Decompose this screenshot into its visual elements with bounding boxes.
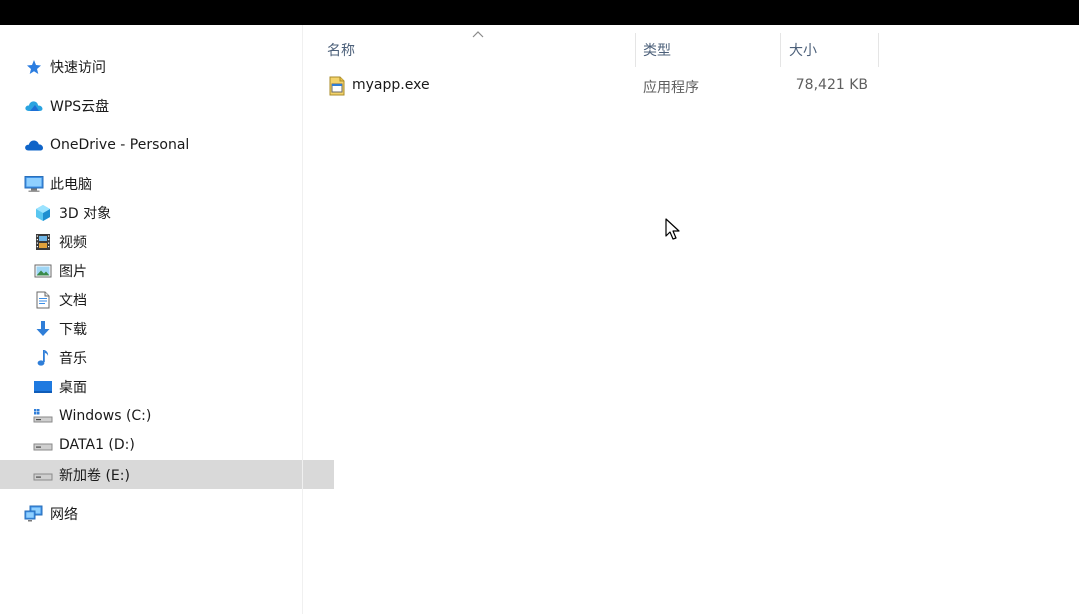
sidebar-item-downloads[interactable]: 下载 bbox=[0, 314, 334, 343]
music-note-icon bbox=[33, 348, 53, 368]
sidebar-item-label: 3D 对象 bbox=[59, 205, 112, 222]
sidebar-item-drive-d[interactable]: DATA1 (D:) bbox=[0, 430, 334, 459]
pin-star-icon bbox=[24, 57, 44, 77]
cube-3d-icon bbox=[33, 203, 53, 223]
column-header-label: 大小 bbox=[789, 43, 817, 59]
sidebar-item-3d-objects[interactable]: 3D 对象 bbox=[0, 198, 334, 227]
sidebar-item-label: 图片 bbox=[59, 263, 87, 280]
drive-icon bbox=[33, 435, 53, 455]
sidebar-item-this-pc[interactable]: 此电脑 bbox=[0, 169, 325, 198]
film-strip-icon bbox=[33, 232, 53, 252]
sidebar-item-videos[interactable]: 视频 bbox=[0, 227, 334, 256]
sidebar-item-label: 桌面 bbox=[59, 379, 87, 396]
system-drive-icon bbox=[33, 406, 53, 426]
navigation-pane: 快速访问 WPS云盘 OneDrive - Personal 此电脑 3D 对象… bbox=[0, 25, 334, 614]
sidebar-item-music[interactable]: 音乐 bbox=[0, 343, 334, 372]
file-type: 应用程序 bbox=[643, 80, 699, 96]
sidebar-item-drive-c[interactable]: Windows (C:) bbox=[0, 401, 334, 430]
sidebar-item-label: 音乐 bbox=[59, 350, 87, 367]
column-resizer[interactable] bbox=[635, 33, 636, 67]
column-header-type[interactable]: 类型 bbox=[643, 37, 671, 63]
sidebar-item-onedrive[interactable]: OneDrive - Personal bbox=[0, 130, 325, 159]
mouse-cursor-icon bbox=[665, 218, 680, 240]
column-header-label: 名称 bbox=[327, 43, 355, 59]
computer-icon bbox=[24, 174, 44, 194]
sort-ascending-icon bbox=[472, 31, 484, 38]
sidebar-item-label: Windows (C:) bbox=[59, 407, 152, 424]
sidebar-item-drive-e[interactable]: 新加卷 (E:) bbox=[0, 460, 334, 489]
document-icon bbox=[33, 290, 53, 310]
column-header-name[interactable]: 名称 bbox=[327, 37, 355, 63]
column-resizer[interactable] bbox=[878, 33, 879, 67]
picture-icon bbox=[33, 261, 53, 281]
column-header-size[interactable]: 大小 bbox=[789, 37, 817, 63]
column-resizer[interactable] bbox=[780, 33, 781, 67]
onedrive-cloud-icon bbox=[24, 135, 44, 155]
sidebar-item-label: 视频 bbox=[59, 234, 87, 251]
sidebar-item-label: DATA1 (D:) bbox=[59, 436, 135, 453]
sidebar-item-label: WPS云盘 bbox=[50, 98, 110, 115]
sidebar-item-label: 网络 bbox=[50, 506, 78, 523]
exe-file-icon bbox=[329, 76, 345, 96]
sidebar-item-desktop[interactable]: 桌面 bbox=[0, 372, 334, 401]
sidebar-item-label: OneDrive - Personal bbox=[50, 136, 190, 153]
sidebar-item-pictures[interactable]: 图片 bbox=[0, 256, 334, 285]
file-size: 78,421 KB bbox=[795, 77, 868, 93]
sidebar-item-label: 此电脑 bbox=[50, 176, 92, 193]
sidebar-item-label: 下载 bbox=[59, 321, 87, 338]
drive-icon bbox=[33, 465, 53, 485]
sidebar-item-label: 新加卷 (E:) bbox=[59, 467, 130, 484]
sidebar-item-network[interactable]: 网络 bbox=[0, 499, 325, 528]
sidebar-item-documents[interactable]: 文档 bbox=[0, 285, 334, 314]
file-list-pane: 名称 类型 大小 myapp.exe 应用程序 78,421 KB bbox=[303, 25, 1079, 614]
column-header-label: 类型 bbox=[643, 43, 671, 59]
sidebar-item-label: 快速访问 bbox=[50, 59, 106, 76]
file-row[interactable]: myapp.exe 应用程序 78,421 KB bbox=[325, 73, 880, 99]
sidebar-item-quick-access[interactable]: 快速访问 bbox=[0, 52, 325, 81]
title-bar bbox=[0, 0, 1079, 25]
network-icon bbox=[24, 504, 44, 524]
file-name: myapp.exe bbox=[352, 77, 430, 93]
sidebar-item-label: 文档 bbox=[59, 292, 87, 309]
sidebar-item-wps-cloud[interactable]: WPS云盘 bbox=[0, 91, 325, 120]
download-arrow-icon bbox=[33, 319, 53, 339]
cloud-icon bbox=[24, 96, 44, 116]
desktop-icon bbox=[33, 377, 53, 397]
